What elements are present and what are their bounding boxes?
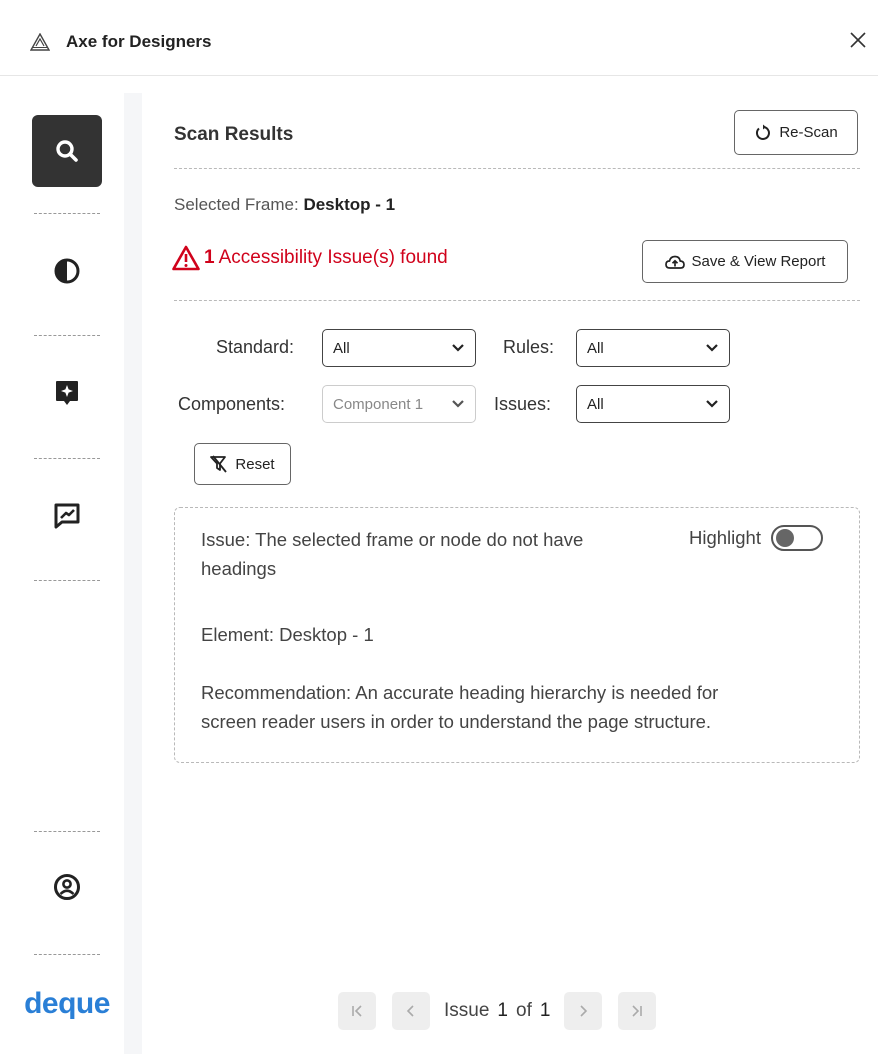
issue-element: Element: Desktop - 1 bbox=[201, 624, 374, 645]
last-page-button[interactable] bbox=[618, 992, 657, 1030]
highlight-control: Highlight bbox=[689, 525, 823, 551]
sidebar-divider bbox=[34, 580, 100, 581]
last-page-icon bbox=[632, 1005, 643, 1017]
sidebar-divider bbox=[34, 335, 100, 336]
deque-logo[interactable]: deque bbox=[10, 987, 124, 1021]
current-page: 1 bbox=[497, 1000, 508, 1021]
cloud-upload-icon bbox=[664, 255, 685, 269]
recommendation-line: Recommendation: An accurate heading hier… bbox=[201, 682, 719, 703]
issues-select[interactable]: All bbox=[576, 385, 730, 423]
components-select[interactable]: Component 1 bbox=[322, 385, 476, 423]
standard-select[interactable]: All bbox=[322, 329, 476, 367]
sidebar-divider bbox=[34, 213, 100, 214]
sidebar-item-scan[interactable] bbox=[32, 115, 102, 187]
sidebar-item-annotations[interactable] bbox=[32, 357, 102, 429]
standard-label: Standard: bbox=[216, 337, 295, 357]
refresh-icon bbox=[756, 124, 771, 140]
sidebar: deque bbox=[10, 93, 124, 1054]
user-circle-icon bbox=[54, 874, 80, 900]
filter-clear-icon bbox=[210, 455, 228, 473]
rules-select[interactable]: All bbox=[576, 329, 730, 367]
rules-select-value: All bbox=[587, 339, 604, 357]
save-view-report-label: Save & View Report bbox=[691, 253, 826, 270]
chevron-down-icon bbox=[706, 400, 718, 408]
highlight-toggle[interactable] bbox=[771, 525, 823, 551]
sidebar-divider bbox=[34, 954, 100, 955]
save-view-report-button[interactable]: Save & View Report bbox=[642, 240, 848, 283]
chevron-down-icon bbox=[452, 400, 464, 408]
first-page-icon bbox=[352, 1005, 362, 1017]
title-bar: Axe for Designers bbox=[0, 0, 878, 76]
issue-summary-text: Accessibility Issue(s) found bbox=[218, 247, 448, 268]
sidebar-divider bbox=[34, 831, 100, 832]
sparkle-message-icon bbox=[56, 381, 78, 405]
contrast-icon bbox=[54, 258, 80, 284]
reset-label: Reset bbox=[235, 455, 275, 473]
axe-logo-icon bbox=[30, 33, 50, 51]
issue-summary: 1 Accessibility Issue(s) found bbox=[172, 245, 448, 271]
pagination: Issue 1 of 1 bbox=[338, 991, 657, 1031]
standard-select-value: All bbox=[333, 339, 350, 357]
first-page-button[interactable] bbox=[338, 992, 376, 1030]
toggle-knob bbox=[776, 529, 794, 547]
issues-label: Issues: bbox=[494, 394, 552, 414]
issue-recommendation: Recommendation: An accurate heading hier… bbox=[201, 678, 718, 736]
selected-frame-value: Desktop - 1 bbox=[303, 195, 396, 214]
issue-description: Issue: The selected frame or node do not… bbox=[201, 525, 583, 583]
issue-count: 1 bbox=[204, 247, 215, 268]
issue-description-line: headings bbox=[201, 558, 277, 579]
close-icon[interactable] bbox=[846, 28, 870, 52]
issues-select-value: All bbox=[587, 395, 604, 413]
pagination-status: Issue 1 of 1 bbox=[444, 1000, 550, 1022]
chevron-down-icon bbox=[706, 344, 718, 352]
divider bbox=[174, 300, 860, 301]
feedback-chart-icon bbox=[54, 503, 80, 529]
issue-description-line: Issue: The selected frame or node do not… bbox=[201, 529, 584, 550]
rules-label: Rules: bbox=[503, 337, 555, 357]
main-panel: Scan Results Re-Scan Selected Frame: Des… bbox=[142, 93, 878, 1054]
rescan-button[interactable]: Re-Scan bbox=[734, 110, 858, 155]
selected-frame: Selected Frame: Desktop - 1 bbox=[174, 195, 395, 215]
sidebar-item-account[interactable] bbox=[32, 851, 102, 923]
total-pages: 1 bbox=[539, 1000, 551, 1021]
selected-frame-label: Selected Frame: bbox=[174, 195, 304, 214]
search-icon bbox=[56, 140, 78, 162]
issue-card: Issue: The selected frame or node do not… bbox=[174, 507, 860, 763]
chevron-left-icon bbox=[406, 1005, 414, 1017]
components-select-value: Component 1 bbox=[333, 395, 424, 413]
components-label: Components: bbox=[178, 394, 286, 414]
reset-filters-button[interactable]: Reset bbox=[194, 443, 291, 485]
recommendation-line: screen reader users in order to understa… bbox=[201, 711, 712, 732]
pagination-label: Issue bbox=[444, 1000, 490, 1021]
sidebar-item-feedback[interactable] bbox=[32, 480, 102, 552]
rescan-label: Re-Scan bbox=[779, 124, 838, 141]
sidebar-item-color-contrast[interactable] bbox=[32, 235, 102, 307]
sidebar-divider bbox=[34, 458, 100, 459]
pagination-of: of bbox=[516, 1000, 532, 1021]
next-page-button[interactable] bbox=[564, 992, 603, 1030]
previous-page-button[interactable] bbox=[392, 992, 430, 1030]
warning-icon bbox=[172, 245, 200, 271]
app-title: Axe for Designers bbox=[66, 32, 212, 51]
chevron-right-icon bbox=[580, 1005, 588, 1017]
chevron-down-icon bbox=[452, 344, 464, 352]
highlight-label: Highlight bbox=[689, 527, 761, 548]
page-title: Scan Results bbox=[174, 124, 294, 145]
divider bbox=[174, 168, 860, 169]
